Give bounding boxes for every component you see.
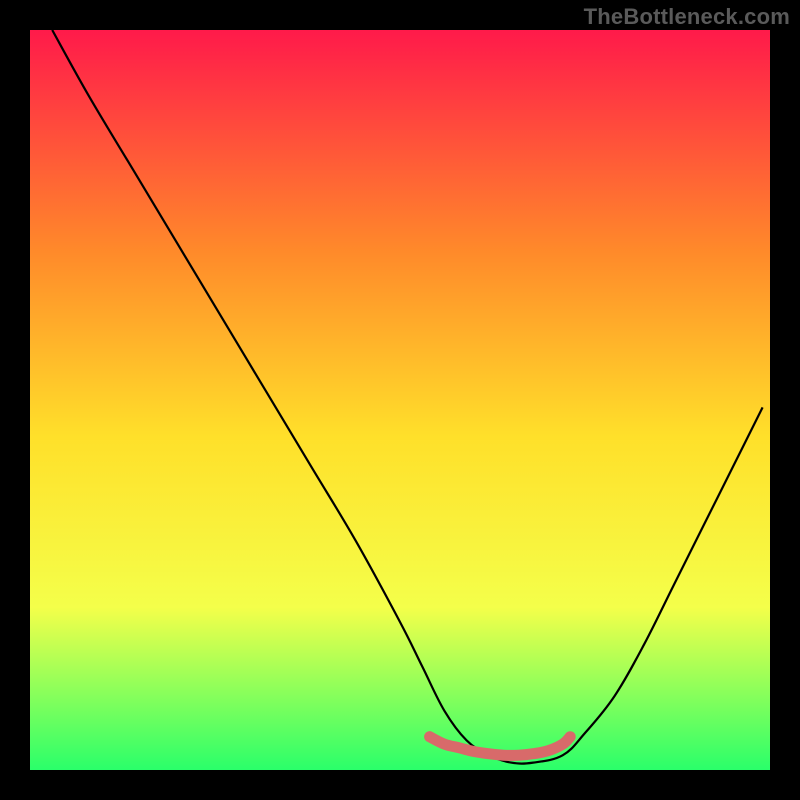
watermark-label: TheBottleneck.com	[584, 4, 790, 30]
plot-area	[30, 30, 770, 770]
chart-frame: TheBottleneck.com	[0, 0, 800, 800]
gradient-background	[30, 30, 770, 770]
chart-svg	[30, 30, 770, 770]
